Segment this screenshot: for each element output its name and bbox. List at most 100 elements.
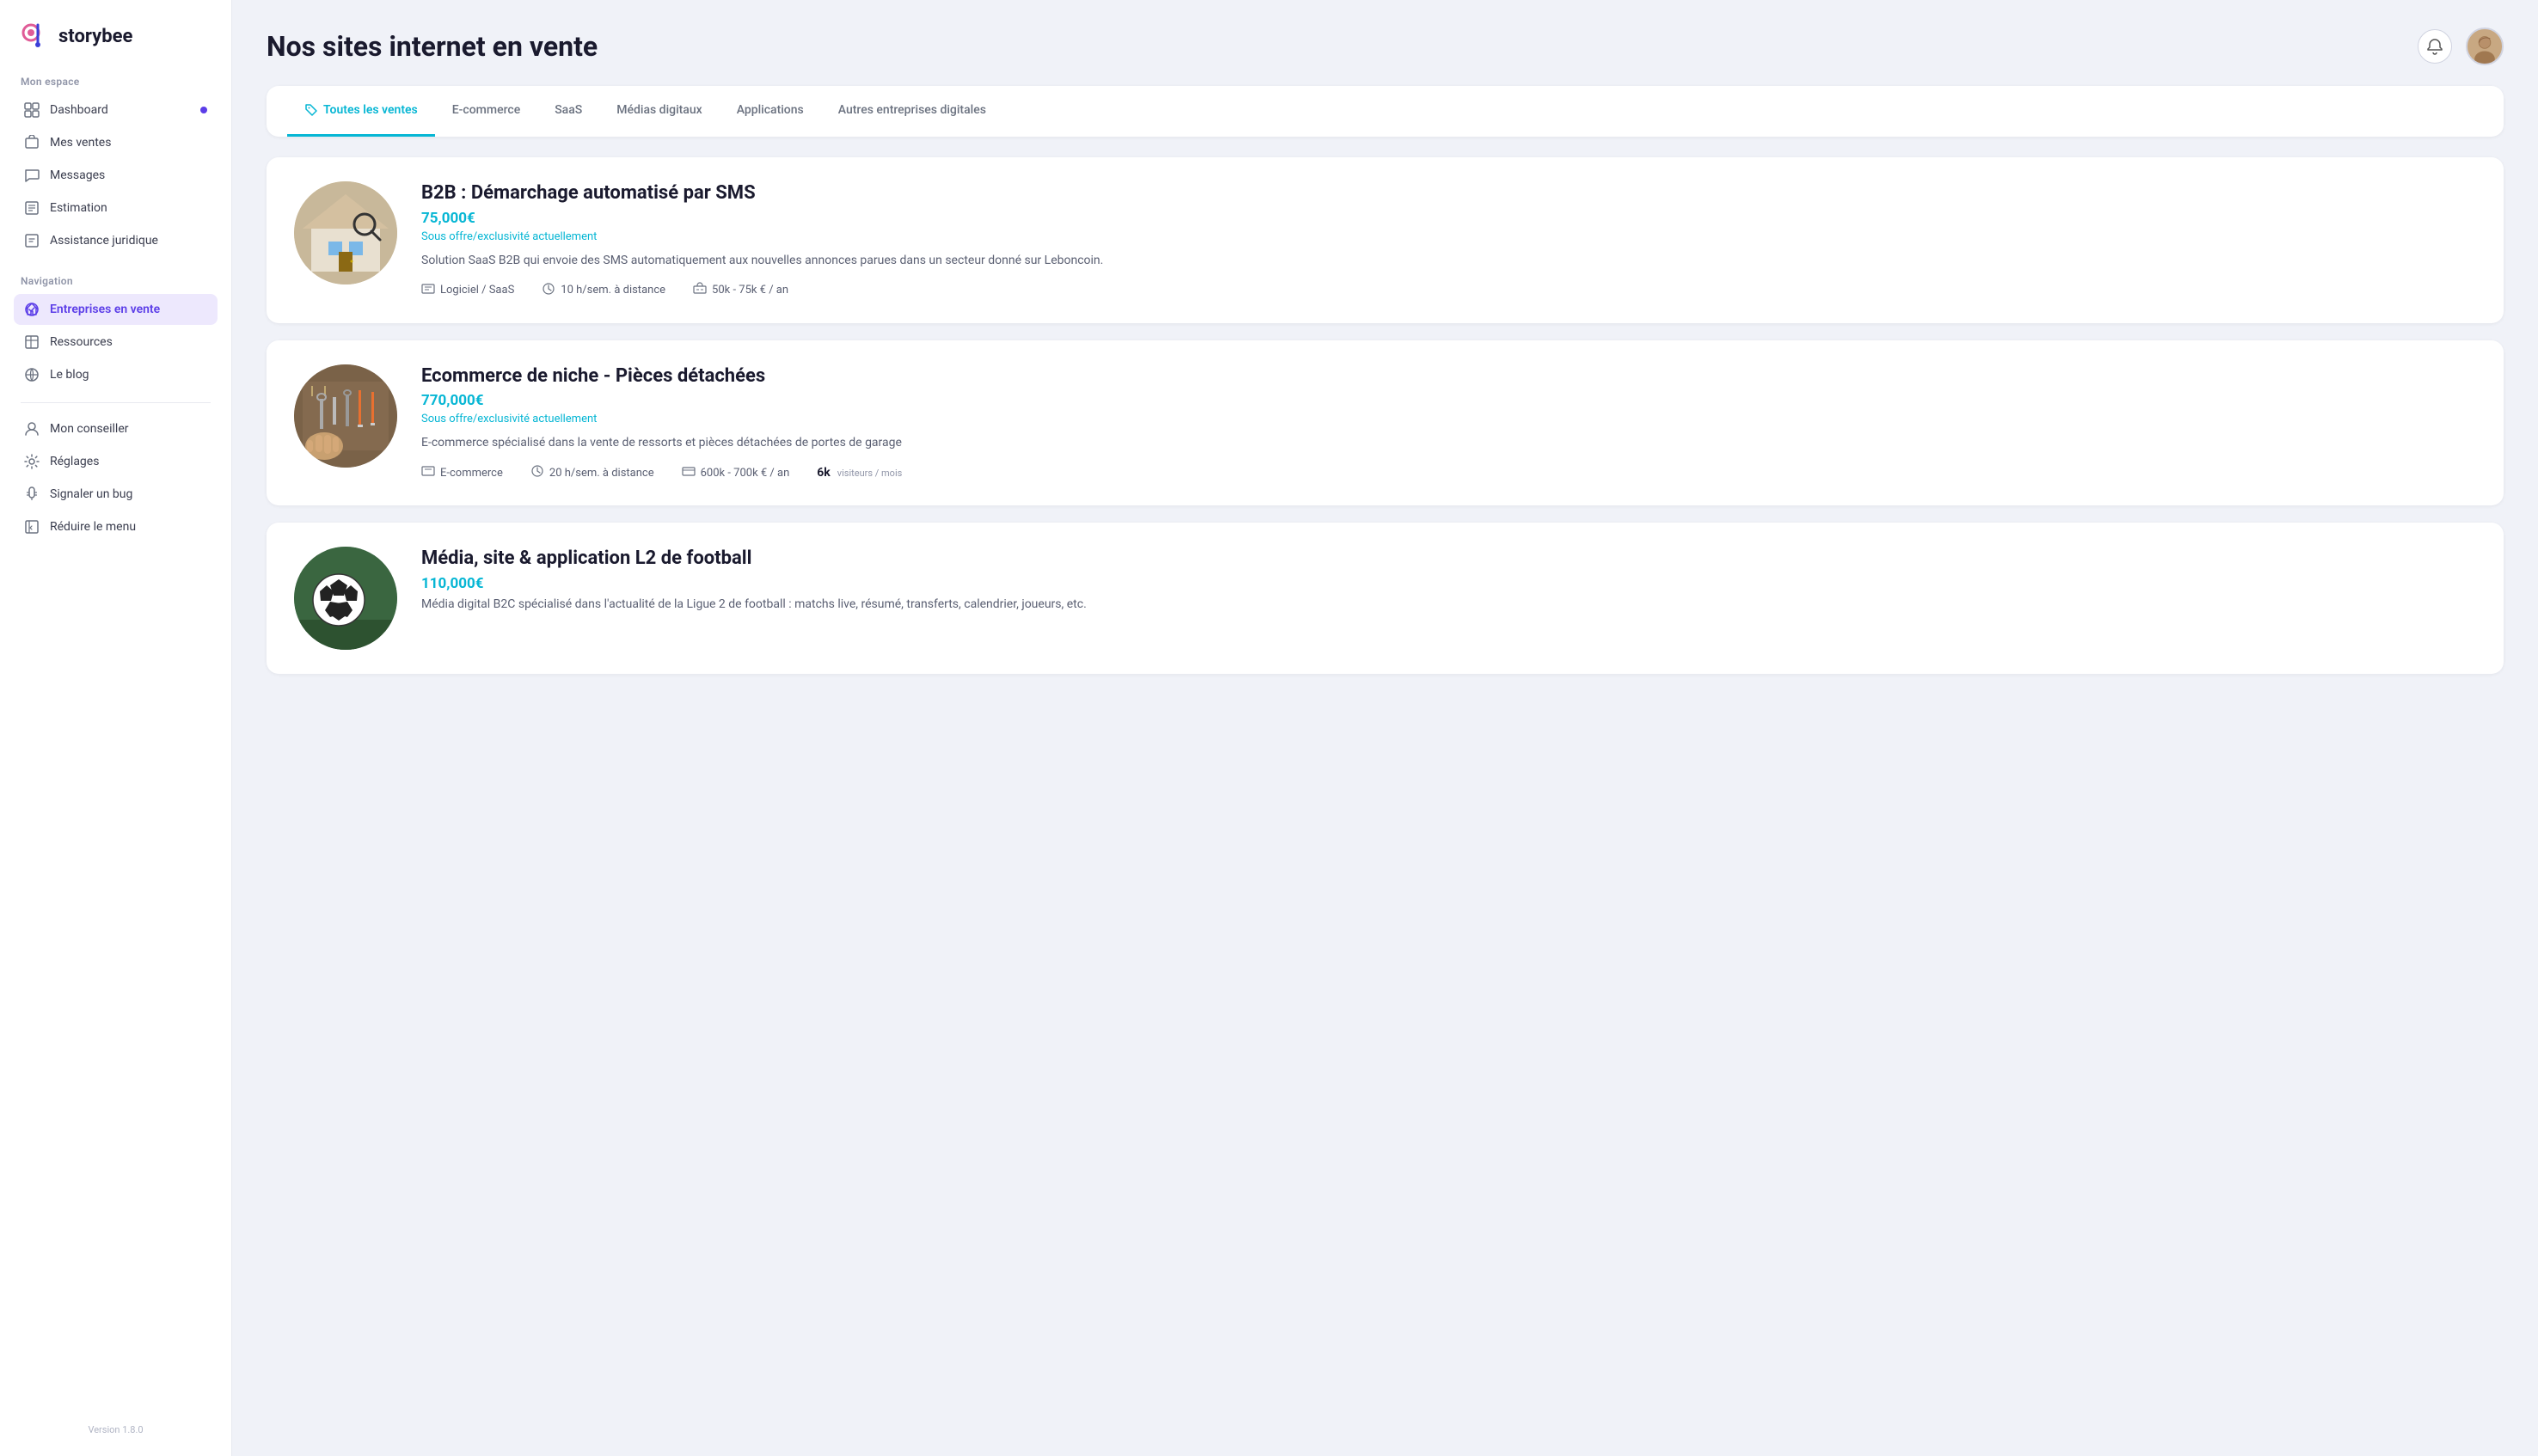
visitors-count-2: 6k <box>817 466 831 480</box>
hours-label-1: 10 h/sem. à distance <box>561 284 665 297</box>
listing-image-1 <box>294 181 397 284</box>
tab-toutes-les-ventes[interactable]: Toutes les ventes <box>287 86 435 137</box>
logo[interactable]: storybee <box>14 21 218 52</box>
type-label-2: E-commerce <box>440 467 503 480</box>
meta-visitors-2: 6k visiteurs / mois <box>817 466 902 480</box>
sidebar-item-ressources-label: Ressources <box>50 335 113 349</box>
sidebar-item-reduire[interactable]: Réduire le menu <box>14 511 218 542</box>
meta-type-1: Logiciel / SaaS <box>421 282 514 299</box>
listing-status-1: Sous offre/exclusivité actuellement <box>421 230 2476 243</box>
hours-icon-1 <box>542 282 555 299</box>
sidebar-item-conseiller-label: Mon conseiller <box>50 422 129 436</box>
meta-hours-2: 20 h/sem. à distance <box>530 464 654 481</box>
listing-title-2: Ecommerce de niche - Pièces détachées <box>421 364 2476 389</box>
sidebar-item-assistance-label: Assistance juridique <box>50 234 158 248</box>
listing-title-1: B2B : Démarchage automatisé par SMS <box>421 181 2476 206</box>
revenue-label-2: 600k - 700k € / an <box>701 467 790 480</box>
sidebar-item-messages-label: Messages <box>50 168 105 182</box>
listing-info-2: Ecommerce de niche - Pièces détachées 77… <box>421 364 2476 482</box>
sidebar-item-dashboard-label: Dashboard <box>50 103 108 117</box>
header-row: Nos sites internet en vente <box>267 28 2504 65</box>
conseiller-icon <box>24 421 40 437</box>
tag-icon <box>304 103 318 117</box>
listing-info-3: Média, site & application L2 de football… <box>421 547 2476 626</box>
tab-autres[interactable]: Autres entreprises digitales <box>821 86 1003 137</box>
sidebar-item-blog[interactable]: Le blog <box>14 359 218 390</box>
bottom-nav: Mon conseiller Réglages Signaler un bug … <box>14 413 218 544</box>
navigation-label: Navigation <box>14 275 218 287</box>
listing-card-1[interactable]: B2B : Démarchage automatisé par SMS 75,0… <box>267 157 2504 323</box>
listing-price-3: 110,000€ <box>421 575 2476 592</box>
logo-text: storybee <box>58 26 132 47</box>
meta-hours-1: 10 h/sem. à distance <box>542 282 665 299</box>
listing-card-2[interactable]: Ecommerce de niche - Pièces détachées 77… <box>267 340 2504 506</box>
main-content: Nos sites internet en vente <box>232 0 2538 1456</box>
sidebar-item-assistance[interactable]: Assistance juridique <box>14 225 218 256</box>
meta-type-2: E-commerce <box>421 464 503 481</box>
dashboard-icon <box>24 102 40 118</box>
tab-applications[interactable]: Applications <box>720 86 821 137</box>
sidebar-item-bug[interactable]: Signaler un bug <box>14 479 218 510</box>
sidebar-item-entreprises[interactable]: Entreprises en vente <box>14 294 218 325</box>
avatar[interactable] <box>2466 28 2504 65</box>
listing-desc-3: Média digital B2C spécialisé dans l'actu… <box>421 596 2476 614</box>
logo-icon <box>21 21 52 52</box>
tab-autres-label: Autres entreprises digitales <box>838 103 986 117</box>
tab-saas-label: SaaS <box>555 103 582 117</box>
mon-espace-label: Mon espace <box>14 76 218 88</box>
reglages-icon <box>24 454 40 469</box>
listing-meta-1: Logiciel / SaaS 10 h/sem. à distance 50k… <box>421 282 2476 299</box>
listing-info-1: B2B : Démarchage automatisé par SMS 75,0… <box>421 181 2476 299</box>
sidebar-item-ressources[interactable]: Ressources <box>14 327 218 358</box>
listing-price-2: 770,000€ <box>421 392 2476 409</box>
tab-medias-label: Médias digitaux <box>616 103 702 117</box>
revenue-icon-2 <box>682 464 696 481</box>
tab-toutes-label: Toutes les ventes <box>323 103 418 117</box>
revenue-icon-1 <box>693 282 707 299</box>
tab-medias[interactable]: Médias digitaux <box>599 86 719 137</box>
listing-price-1: 75,000€ <box>421 210 2476 227</box>
notification-dot <box>200 107 207 113</box>
estimation-icon <box>24 200 40 216</box>
version-text: Version 1.8.0 <box>14 1410 218 1435</box>
listing-desc-2: E-commerce spécialisé dans la vente de r… <box>421 434 2476 452</box>
mes-ventes-icon <box>24 135 40 150</box>
tab-ecommerce-label: E-commerce <box>452 103 520 117</box>
ressources-icon <box>24 334 40 350</box>
notification-button[interactable] <box>2418 29 2452 64</box>
sidebar-item-reglages[interactable]: Réglages <box>14 446 218 477</box>
avatar-image <box>2468 28 2502 65</box>
tab-applications-label: Applications <box>737 103 804 117</box>
blog-icon <box>24 367 40 382</box>
meta-revenue-1: 50k - 75k € / an <box>693 282 788 299</box>
listing-meta-2: E-commerce 20 h/sem. à distance 600k - 7… <box>421 464 2476 481</box>
sidebar-item-blog-label: Le blog <box>50 368 89 382</box>
sidebar-item-messages[interactable]: Messages <box>14 160 218 191</box>
bug-icon <box>24 486 40 502</box>
tab-ecommerce[interactable]: E-commerce <box>435 86 537 137</box>
listing-image-2 <box>294 364 397 468</box>
listing-status-2: Sous offre/exclusivité actuellement <box>421 413 2476 425</box>
listing-card-3[interactable]: Média, site & application L2 de football… <box>267 523 2504 674</box>
sidebar-item-entreprises-label: Entreprises en vente <box>50 303 160 316</box>
listing-image-1-svg <box>294 181 397 284</box>
sidebar-item-dashboard[interactable]: Dashboard <box>14 95 218 125</box>
messages-icon <box>24 168 40 183</box>
sidebar-item-reglages-label: Réglages <box>50 455 99 468</box>
sidebar-item-conseiller[interactable]: Mon conseiller <box>14 413 218 444</box>
hours-icon-2 <box>530 464 544 481</box>
sidebar-divider <box>21 402 211 403</box>
tab-saas[interactable]: SaaS <box>537 86 599 137</box>
type-label-1: Logiciel / SaaS <box>440 284 514 297</box>
mon-espace-nav: Dashboard Mes ventes Messages Estimation <box>14 95 218 258</box>
listing-image-3-svg <box>294 547 397 650</box>
listing-image-3 <box>294 547 397 650</box>
listing-image-2-svg <box>294 364 397 468</box>
bell-icon <box>2426 38 2443 55</box>
entreprises-icon <box>24 302 40 317</box>
sidebar-item-estimation[interactable]: Estimation <box>14 193 218 223</box>
revenue-label-1: 50k - 75k € / an <box>712 284 788 297</box>
sidebar-item-mes-ventes[interactable]: Mes ventes <box>14 127 218 158</box>
meta-revenue-2: 600k - 700k € / an <box>682 464 790 481</box>
hours-label-2: 20 h/sem. à distance <box>549 467 654 480</box>
